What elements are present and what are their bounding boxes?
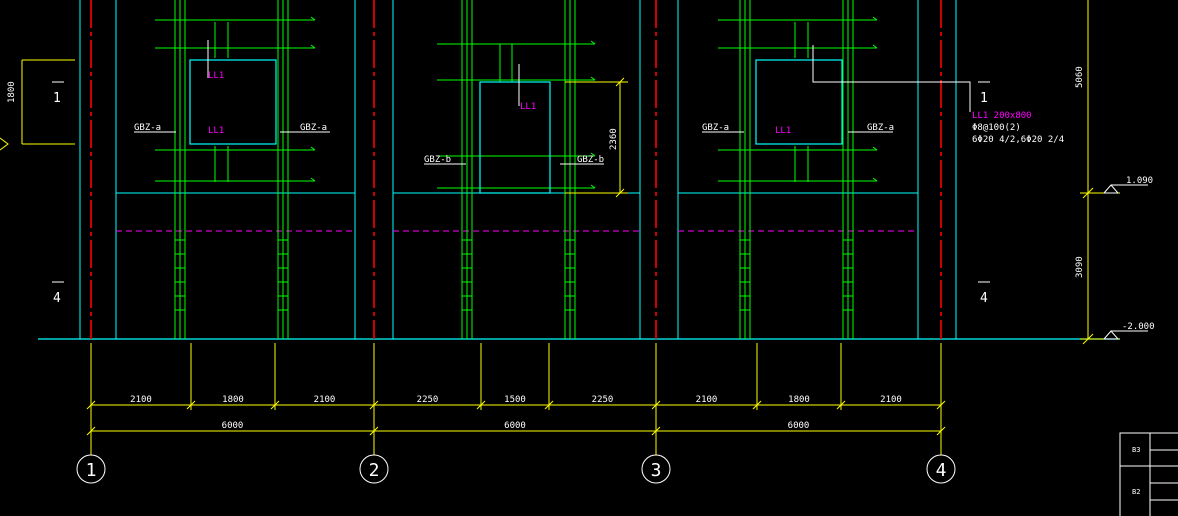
floor-mark-bottom-left: 4: [53, 291, 61, 306]
beam-label: LL1: [208, 126, 224, 136]
axis-label: 2: [369, 460, 380, 481]
segment-dimension-label: 2100: [130, 395, 152, 405]
segment-dimension-label: 1800: [788, 395, 810, 405]
segment-dimension-label: 1500: [504, 395, 526, 405]
upper-height-dim: 5060: [1075, 66, 1085, 88]
axis-label: 3: [651, 460, 662, 481]
floor-mark-top-left: 1: [53, 91, 61, 106]
title-block: [1119, 432, 1178, 516]
segment-dimension-label: 2250: [592, 395, 614, 405]
beam-spec-title: LL1 200x800: [972, 111, 1032, 121]
floor-mark-top-right: 1: [980, 91, 988, 106]
segment-dimension-label: 1800: [222, 395, 244, 405]
beam-label: LL1: [208, 71, 224, 81]
segment-dimension-label: 2100: [880, 395, 902, 405]
title-block-row1: B3: [1132, 446, 1140, 454]
bay-dimension-label: 6000: [504, 421, 526, 431]
elevation-drawing: 1800 1 4 LL1LL1LL1LL1GBZ-a GBZ-aGBZ-b GBZ-…: [0, 0, 1178, 516]
left-level-marks: [0, 59, 75, 151]
title-block-row2: B2: [1132, 488, 1140, 496]
beam-label: LL1: [775, 126, 791, 136]
elevation-upper: 1.090: [1126, 176, 1153, 186]
bay-dimension-label: 6000: [788, 421, 810, 431]
opening-frame: [189, 59, 277, 145]
axis-label: 4: [936, 460, 947, 481]
opening-frame: [755, 59, 843, 145]
segment-dimension-label: 2100: [314, 395, 336, 405]
floor-mark-bottom-right: 4: [980, 291, 988, 306]
beam-spec-leader: [812, 45, 971, 112]
beam-label: LL1: [520, 102, 536, 112]
opening-frame: [479, 81, 551, 194]
left-height-dim: 1800: [7, 81, 17, 103]
elevation-dimension: [1080, 0, 1148, 345]
axis-bubbles: 1 2 3 4: [76, 454, 956, 484]
bay-dimension-label: 6000: [222, 421, 244, 431]
bottom-dimensions: 2100 1800 2100 2250 1500 2250 2100 1800 2100 6000…: [86, 343, 946, 455]
segment-dimension-label: 2100: [696, 395, 718, 405]
wall-structure: LL1LL1LL1LL1GBZ-a GBZ-aGBZ-b GBZ-bGBZ-a GBZ…: [79, 0, 957, 339]
segment-dimension-label: 2250: [417, 395, 439, 405]
elevation-lower: -2.000: [1122, 322, 1155, 332]
lower-height-dim: 3090: [1075, 256, 1085, 278]
opening-height-label: 2360: [609, 128, 619, 150]
axis-label: 1: [86, 460, 97, 481]
beam-spec-stirrup: Φ8@100(2): [972, 123, 1021, 133]
beam-spec-bars: 6Φ20 4/2,6Φ20 2/4: [972, 135, 1064, 145]
